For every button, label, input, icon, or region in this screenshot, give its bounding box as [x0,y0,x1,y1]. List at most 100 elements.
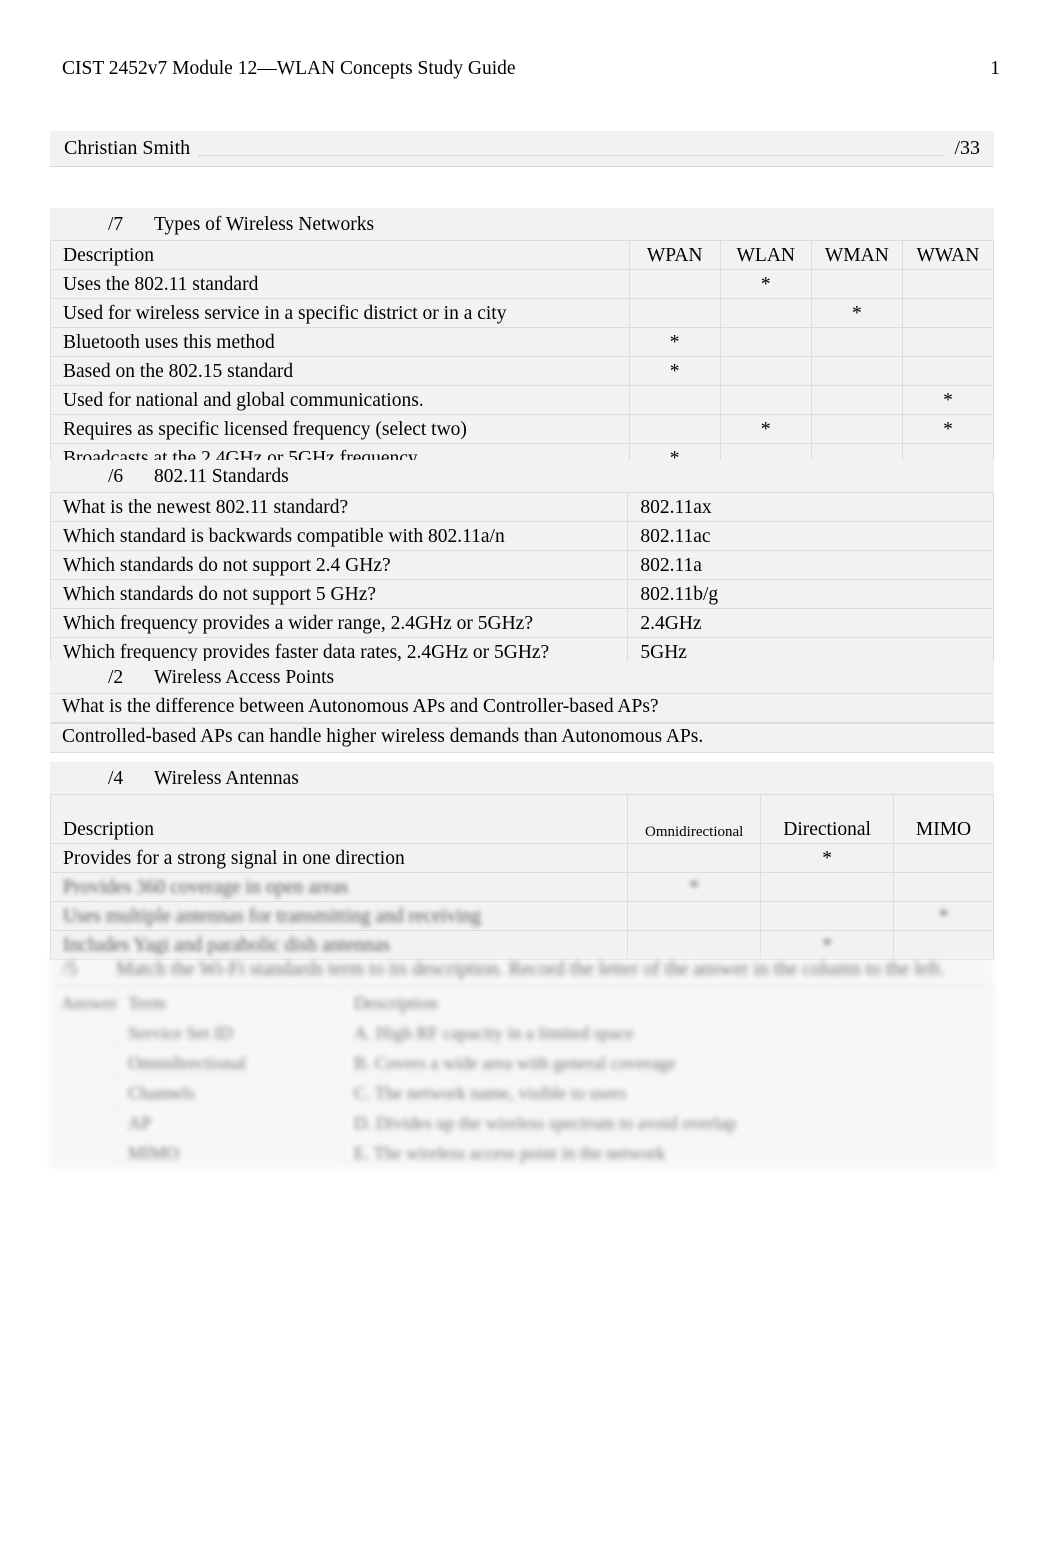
cell-wwan[interactable] [901,298,995,328]
cell-answer[interactable] [50,1046,118,1077]
row-description: Bluetooth uses this method [50,327,630,357]
cell-wman[interactable] [810,414,903,444]
section-802-11-standards: /6 802.11 Standards What is the newest 8… [49,460,994,667]
cell-wman[interactable] [810,327,903,357]
section-instruction: Match the Wi-Fi standards term to its de… [116,959,946,980]
table-row: Used for national and global communicati… [50,385,995,415]
cell-wlan[interactable] [719,298,812,328]
cell-term: Channels [117,1076,344,1107]
cell-wpan[interactable] [628,414,721,444]
cell-description: D. Divides up the wireless spectrum to a… [342,1106,995,1137]
column-header-wlan: WLAN [719,240,812,270]
cell-term: Omnidirectional [117,1046,344,1077]
cell-mimo[interactable] [893,843,994,873]
section-title-row: /2 Wireless Access Points [50,661,994,693]
header-title: CIST 2452v7 Module 12—WLAN Concepts Stud… [62,58,516,79]
ap-answer[interactable]: Controlled-based APs can handle higher w… [50,723,994,753]
document-header: CIST 2452v7 Module 12—WLAN Concepts Stud… [62,58,1000,80]
cell-wlan[interactable]: * [719,269,812,299]
row-description: Based on the 802.15 standard [50,356,630,386]
cell-wwan[interactable]: * [901,385,995,415]
column-header-answer: Answer [50,986,118,1017]
column-header-description: Description [342,986,995,1017]
table-row: Which frequency provides a wider range, … [49,608,994,638]
ap-question: What is the difference between Autonomou… [50,693,994,723]
cell-term: AP [117,1106,344,1137]
cell-wwan[interactable] [901,269,995,299]
cell-description: A. High RF capacity in a limited space [342,1016,995,1047]
cell-wpan[interactable] [628,385,721,415]
cell-wman[interactable] [810,269,903,299]
table-row: Which standard is backwards compatible w… [49,521,994,551]
column-header-term: Term [117,986,344,1017]
table-header-row: Answer Term Description [50,986,995,1017]
cell-answer[interactable] [50,1106,118,1137]
cell-wwan[interactable] [901,327,995,357]
answer-text[interactable]: 802.11b/g [627,579,994,609]
section-label: Wireless Antennas [154,768,299,789]
table-row: Uses the 802.11 standard * [50,269,995,299]
answer-text[interactable]: 802.11ax [627,492,994,522]
cell-wlan[interactable] [719,327,812,357]
row-description: Requires as specific licensed frequency … [50,414,630,444]
cell-directional[interactable] [760,901,895,931]
wireless-antennas-table: Description Omnidirectional Directional … [49,794,994,960]
cell-omnidirectional[interactable]: * [627,872,762,902]
student-name-row: Christian Smith /33 [50,131,994,167]
table-row: AP D. Divides up the wireless spectrum t… [50,1106,995,1137]
cell-answer[interactable] [50,1076,118,1107]
answer-text[interactable]: 2.4GHz [627,608,994,638]
table-row: Omnidirectional B. Covers a wide area wi… [50,1046,995,1077]
cell-answer[interactable] [50,1016,118,1047]
section-wireless-antennas: /4 Wireless Antennas Description Omnidir… [49,762,994,960]
header-page-number: 1 [990,58,1000,79]
answer-text[interactable]: 802.11a [627,550,994,580]
cell-omnidirectional[interactable] [627,843,762,873]
question-text: Which frequency provides a wider range, … [49,608,629,638]
cell-answer[interactable] [50,1136,118,1167]
table-row: Used for wireless service in a specific … [50,298,995,328]
section-title-row: /6 802.11 Standards [50,460,994,492]
cell-directional[interactable]: * [760,843,895,873]
cell-wman[interactable]: * [810,298,903,328]
cell-wpan[interactable]: * [628,327,721,357]
column-header-omnidirectional: Omnidirectional [627,794,762,844]
cell-description: E. The wireless access point in the netw… [342,1136,995,1167]
table-row: What is the newest 802.11 standard? 802.… [49,492,994,522]
cell-wwan[interactable] [901,356,995,386]
section-title-row: /7 Types of Wireless Networks [50,208,994,240]
section-points: /4 [108,768,124,789]
column-header-wman: WMAN [810,240,903,270]
cell-directional[interactable] [760,872,895,902]
column-header-description: Description [50,240,630,270]
cell-mimo[interactable]: * [893,901,994,931]
cell-wlan[interactable] [719,356,812,386]
column-header-wwan: WWAN [901,240,995,270]
dotted-leader [198,154,947,156]
cell-wpan[interactable] [628,298,721,328]
table-row: Provides for a strong signal in one dire… [49,843,994,873]
section-matching-terms: /5 Match the Wi-Fi standards term to its… [50,955,995,1167]
cell-wwan[interactable]: * [901,414,995,444]
column-header-directional: Directional [760,794,895,844]
cell-wman[interactable] [810,385,903,415]
table-row: Which standards do not support 2.4 GHz? … [49,550,994,580]
section-points: /7 [108,214,124,235]
table-header-row: Description WPAN WLAN WMAN WWAN [50,240,995,270]
section-label: Wireless Access Points [154,667,335,688]
cell-wman[interactable] [810,356,903,386]
row-description: Provides for a strong signal in one dire… [49,843,629,873]
row-description: Uses multiple antennas for transmitting … [49,901,629,931]
cell-wpan[interactable]: * [628,356,721,386]
answer-text[interactable]: 802.11ac [627,521,994,551]
cell-wpan[interactable] [628,269,721,299]
cell-omnidirectional[interactable] [627,901,762,931]
cell-mimo[interactable] [893,872,994,902]
cell-term: Service Set ID [117,1016,344,1047]
table-row: Service Set ID A. High RF capacity in a … [50,1016,995,1047]
cell-wlan[interactable] [719,385,812,415]
cell-wlan[interactable]: * [719,414,812,444]
question-text: What is the newest 802.11 standard? [49,492,629,522]
table-row: MIMO E. The wireless access point in the… [50,1136,995,1167]
table-row: Based on the 802.15 standard * [50,356,995,386]
